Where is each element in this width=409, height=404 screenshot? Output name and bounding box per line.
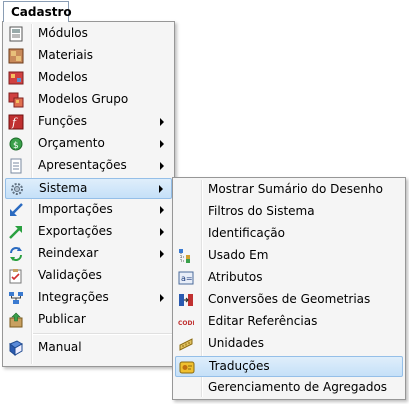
menu-item-exportacoes[interactable]: Exportações (5, 222, 172, 242)
submenu-arrow-icon (160, 140, 164, 148)
import-arrow-icon (7, 201, 24, 218)
integration-network-icon (7, 289, 24, 306)
menu-item-label: Exportações (38, 224, 113, 238)
submenu-item-conversoes[interactable]: Conversões de Geometrias (175, 290, 403, 310)
submenu-item-mostrar-sumario[interactable]: Mostrar Sumário do Desenho (175, 180, 403, 200)
presentations-icon (7, 157, 24, 174)
functions-icon: f (7, 113, 24, 130)
submenu-item-label: Usado Em (208, 248, 269, 262)
menu-item-label: Funções (38, 114, 88, 128)
menu-item-modelos[interactable]: Modelos (5, 68, 172, 88)
menu-item-label: Importações (38, 202, 113, 216)
menu-item-publicar[interactable]: Publicar (5, 310, 172, 330)
menu-item-label: Manual (38, 340, 82, 354)
submenu-arrow-icon (159, 185, 163, 193)
attributes-icon: a= (177, 269, 194, 286)
submenu-item-gerenciamento-agregados[interactable]: Gerenciamento de Agregados (175, 378, 403, 398)
menu-item-label: Publicar (38, 312, 86, 326)
translations-icon (178, 358, 195, 375)
submenu-item-label: Atributos (208, 270, 263, 284)
submenu-arrow-icon (160, 294, 164, 302)
menu-item-label: Modelos Grupo (38, 92, 129, 106)
submenu-item-label: Mostrar Sumário do Desenho (208, 182, 383, 196)
submenu-arrow-icon (160, 206, 164, 214)
materials-icon (7, 47, 24, 64)
submenu-item-label: Gerenciamento de Agregados (208, 380, 388, 394)
submenu-item-label: Filtros do Sistema (208, 204, 315, 218)
menu-item-label: Apresentações (38, 158, 127, 172)
submenu-item-identificacao[interactable]: Identificação (175, 224, 403, 244)
budget-icon: $ (7, 135, 24, 152)
menu-item-orcamento[interactable]: $ Orçamento (5, 134, 172, 154)
svg-text:$: $ (13, 141, 19, 151)
submenu-item-atributos[interactable]: a= Atributos (175, 268, 403, 288)
validation-checklist-icon (7, 267, 24, 284)
submenu-item-label: Conversões de Geometrias (208, 292, 371, 306)
code-reference-icon: CODE (177, 313, 194, 330)
submenu-item-label: Traduções (209, 359, 270, 373)
submenu-arrow-icon (160, 162, 164, 170)
submenu-item-label: Editar Referências (208, 314, 318, 328)
menu-item-label: Integrações (38, 290, 109, 304)
menubar-cadastro[interactable]: Cadastro (3, 1, 72, 22)
submenu-item-usado-em[interactable]: Usado Em (175, 246, 403, 266)
cadastro-menu: Módulos Materiais Modelos Modelos Grupo … (2, 21, 175, 367)
usage-tree-icon (177, 247, 194, 264)
menu-item-manual[interactable]: Manual (5, 338, 172, 358)
menu-item-apresentacoes[interactable]: Apresentações (5, 156, 172, 176)
menu-item-modulos[interactable]: Módulos (5, 24, 172, 44)
submenu-arrow-icon (160, 228, 164, 236)
models-icon (7, 69, 24, 86)
menu-item-materiais[interactable]: Materiais (5, 46, 172, 66)
menu-item-label: Materiais (38, 48, 94, 62)
menu-item-integracoes[interactable]: Integrações (5, 288, 172, 308)
sistema-submenu: Mostrar Sumário do Desenho Filtros do Si… (172, 177, 406, 400)
units-ruler-icon (177, 335, 194, 352)
submenu-item-label: Identificação (208, 226, 285, 240)
submenu-arrow-icon (160, 118, 164, 126)
menu-item-label: Validações (38, 268, 102, 282)
svg-text:CODE: CODE (178, 320, 194, 327)
menu-item-label: Modelos (38, 70, 88, 84)
submenu-item-traducoes[interactable]: Traduções (175, 356, 403, 377)
menu-item-sistema[interactable]: Sistema (5, 178, 172, 199)
menu-item-label: Reindexar (38, 246, 99, 260)
reindex-refresh-icon (7, 245, 24, 262)
menubar-cadastro-label: Cadastro (11, 5, 72, 19)
submenu-item-editar-referencias[interactable]: CODE Editar Referências (175, 312, 403, 332)
system-gear-icon (8, 180, 25, 197)
menu-item-label: Sistema (39, 181, 88, 195)
menu-separator (33, 333, 172, 335)
modules-icon (7, 25, 24, 42)
menu-item-funcoes[interactable]: f Funções (5, 112, 172, 132)
submenu-arrow-icon (160, 250, 164, 258)
geometry-conversion-icon (177, 291, 194, 308)
menu-item-modelos-grupo[interactable]: Modelos Grupo (5, 90, 172, 110)
export-arrow-icon (7, 223, 24, 240)
menu-item-label: Módulos (38, 26, 88, 40)
menu-item-reindexar[interactable]: Reindexar (5, 244, 172, 264)
models-group-icon (7, 91, 24, 108)
submenu-item-unidades[interactable]: Unidades (175, 334, 403, 354)
submenu-item-filtros[interactable]: Filtros do Sistema (175, 202, 403, 222)
svg-text:a=: a= (181, 274, 193, 283)
menu-item-importacoes[interactable]: Importações (5, 200, 172, 220)
publish-box-icon (7, 311, 24, 328)
submenu-item-label: Unidades (208, 336, 264, 350)
manual-book-icon (7, 339, 24, 356)
menu-item-validacoes[interactable]: Validações (5, 266, 172, 286)
menu-item-label: Orçamento (38, 136, 105, 150)
